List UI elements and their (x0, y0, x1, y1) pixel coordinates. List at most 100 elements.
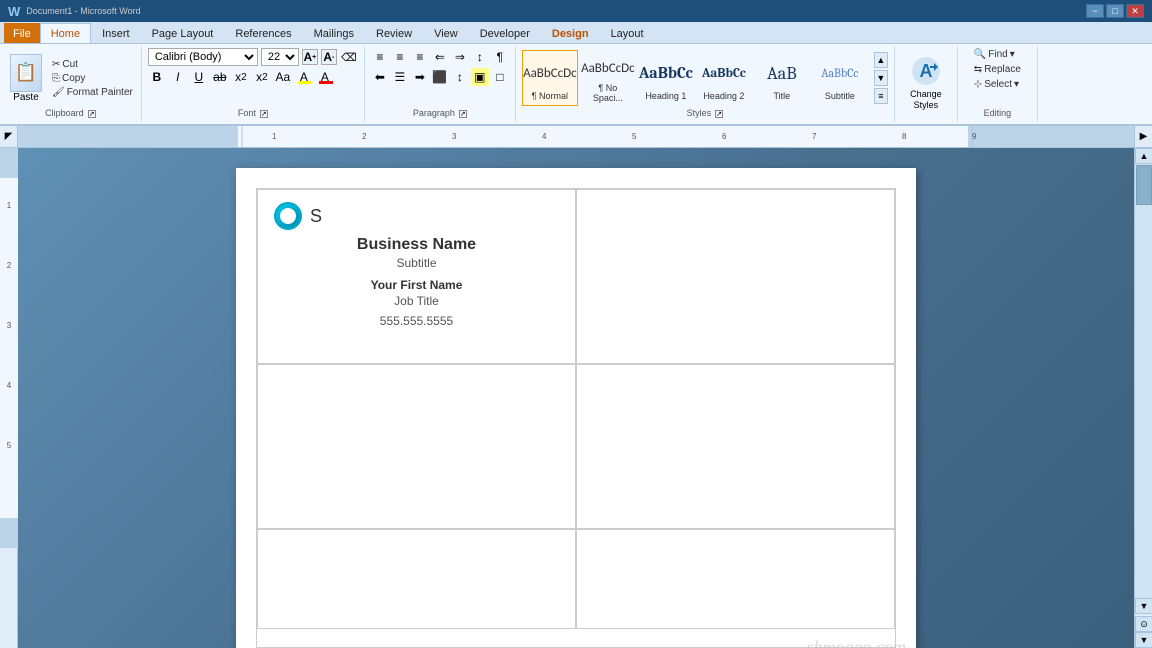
style-title-button[interactable]: AaB Title (754, 50, 810, 106)
multilevel-button[interactable]: ≡ (411, 48, 429, 66)
align-right-button[interactable]: ➡ (411, 68, 429, 86)
card-logo-letter: S (310, 206, 322, 227)
paragraph-row1: ≡ ≡ ≡ ⇐ ⇒ ↕ ¶ (371, 48, 509, 66)
scrollbar-down-button[interactable]: ▼ (1135, 598, 1152, 614)
shading-button[interactable]: ▣ (471, 68, 489, 86)
style-subtitle-button[interactable]: AaBbCc Subtitle (812, 50, 868, 106)
style-normal-preview: AaBbCcDc (526, 55, 574, 91)
find-button[interactable]: 🔍 Find ▾ (972, 48, 1023, 61)
clipboard-small-buttons: ✂ Cut ⎘ Copy 🖌 Format Painter (50, 58, 135, 99)
clipboard-label: Clipboard (45, 108, 84, 120)
tab-design[interactable]: Design (541, 23, 600, 43)
title-bar-controls: − □ ✕ (1086, 4, 1144, 18)
font-color-button[interactable]: A (316, 68, 334, 86)
title-bar: W Document1 - Microsoft Word − □ ✕ (0, 0, 1152, 22)
increase-font-size-button[interactable]: A+ (302, 49, 318, 65)
tab-references[interactable]: References (224, 23, 302, 43)
sort-button[interactable]: ↕ (471, 48, 489, 66)
clipboard-label-row: Clipboard ↗ (45, 108, 96, 120)
card-job-title: Job Title (274, 294, 559, 308)
subscript-button[interactable]: x2 (232, 68, 250, 86)
paste-icon: 📋 (10, 54, 42, 92)
ruler: ◤ 1 2 3 4 5 6 7 8 9 ▶ (0, 126, 1152, 148)
ruler-type-button[interactable]: ◤ (0, 126, 18, 148)
styles-group: AaBbCcDc ¶ Normal AaBbCcDc ¶ No Spaci...… (516, 46, 895, 122)
app-icon: W (8, 4, 20, 19)
styles-expand[interactable]: ↗ (715, 110, 723, 118)
style-subtitle-label: Subtitle (825, 91, 855, 101)
paragraph-group: ≡ ≡ ≡ ⇐ ⇒ ↕ ¶ ⬅ ☰ ➡ ⬛ ↕ ▣ □ Paragraph ↗ (365, 46, 516, 122)
font-expand[interactable]: ↗ (260, 110, 268, 118)
align-center-button[interactable]: ☰ (391, 68, 409, 86)
svg-text:7: 7 (812, 132, 817, 141)
line-spacing-button[interactable]: ↕ (451, 68, 469, 86)
tab-page-layout[interactable]: Page Layout (141, 23, 225, 43)
format-painter-button[interactable]: 🖌 Format Painter (50, 86, 135, 99)
replace-button[interactable]: ⇆ Replace (972, 63, 1023, 76)
paragraph-label: Paragraph (413, 108, 455, 120)
vertical-ruler: 1 2 3 4 5 (0, 148, 18, 648)
paragraph-expand[interactable]: ↗ (459, 110, 467, 118)
borders-button[interactable]: □ (491, 68, 509, 86)
title-bar-left: W Document1 - Microsoft Word (8, 4, 141, 19)
card-business-name: Business Name (274, 236, 559, 254)
copy-button[interactable]: ⎘ Copy (50, 72, 135, 85)
style-heading2-button[interactable]: AaBbCc Heading 2 (696, 50, 752, 106)
bold-button[interactable]: B (148, 68, 166, 86)
underline-button[interactable]: U (190, 68, 208, 86)
numbering-button[interactable]: ≡ (391, 48, 409, 66)
change-case-button[interactable]: Aa (274, 68, 292, 86)
svg-text:2: 2 (362, 132, 367, 141)
styles-scroll-down[interactable]: ▼ (874, 70, 888, 86)
prev-page-button[interactable]: ▼ (1135, 632, 1152, 648)
svg-text:2: 2 (7, 261, 12, 270)
ruler-right-button[interactable]: ▶ (1134, 126, 1152, 148)
highlight-button[interactable]: A (295, 68, 313, 86)
paragraph-content: ≡ ≡ ≡ ⇐ ⇒ ↕ ¶ ⬅ ☰ ➡ ⬛ ↕ ▣ □ (371, 48, 509, 108)
show-hide-button[interactable]: ¶ (491, 48, 509, 66)
scrollbar-thumb[interactable] (1136, 165, 1152, 205)
tab-insert[interactable]: Insert (91, 23, 141, 43)
cut-button[interactable]: ✂ Cut (50, 58, 135, 71)
paste-button[interactable]: 📋 Paste (6, 54, 46, 103)
decrease-font-size-button[interactable]: A- (321, 49, 337, 65)
tab-view[interactable]: View (423, 23, 469, 43)
clear-format-button[interactable]: ⌫ (340, 48, 358, 66)
clipboard-content: 📋 Paste ✂ Cut ⎘ Copy 🖌 Format Painter (6, 48, 135, 108)
styles-more[interactable]: ≡ (874, 88, 888, 104)
paragraph-row2: ⬅ ☰ ➡ ⬛ ↕ ▣ □ (371, 68, 509, 86)
next-page-button[interactable]: ⊙ (1135, 616, 1152, 632)
tab-review[interactable]: Review (365, 23, 423, 43)
font-label-row: Font ↗ (238, 108, 268, 120)
strikethrough-button[interactable]: ab (211, 68, 229, 86)
font-content: Calibri (Body) 22 A+ A- ⌫ B I U ab x2 x2… (148, 48, 358, 108)
card-grid: S Business Name Subtitle Your First Name… (256, 188, 896, 648)
justify-button[interactable]: ⬛ (431, 68, 449, 86)
minimize-button[interactable]: − (1086, 4, 1104, 18)
close-button[interactable]: ✕ (1126, 4, 1144, 18)
tab-developer[interactable]: Developer (469, 23, 541, 43)
scrollbar-up-button[interactable]: ▲ (1135, 148, 1152, 164)
align-left-button[interactable]: ⬅ (371, 68, 389, 86)
style-heading1-button[interactable]: AaBbCc Heading 1 (638, 50, 694, 106)
style-no-space-button[interactable]: AaBbCcDc ¶ No Spaci... (580, 50, 636, 106)
tab-home[interactable]: Home (40, 23, 91, 43)
font-name-select[interactable]: Calibri (Body) (148, 48, 258, 66)
font-size-select[interactable]: 22 (261, 48, 299, 66)
increase-indent-button[interactable]: ⇒ (451, 48, 469, 66)
change-styles-label: ChangeStyles (910, 89, 942, 111)
card-person-name: Your First Name (274, 278, 559, 292)
italic-button[interactable]: I (169, 68, 187, 86)
tab-mailings[interactable]: Mailings (303, 23, 365, 43)
clipboard-expand[interactable]: ↗ (88, 110, 96, 118)
maximize-button[interactable]: □ (1106, 4, 1124, 18)
bullets-button[interactable]: ≡ (371, 48, 389, 66)
superscript-button[interactable]: x2 (253, 68, 271, 86)
tab-layout[interactable]: Layout (600, 23, 655, 43)
styles-scroll-up[interactable]: ▲ (874, 52, 888, 68)
select-button[interactable]: ⊹ Select ▾ (972, 78, 1023, 91)
decrease-indent-button[interactable]: ⇐ (431, 48, 449, 66)
style-normal-button[interactable]: AaBbCcDc ¶ Normal (522, 50, 578, 106)
tab-file[interactable]: File (4, 23, 40, 43)
change-styles-button[interactable]: A ChangeStyles (901, 53, 951, 113)
